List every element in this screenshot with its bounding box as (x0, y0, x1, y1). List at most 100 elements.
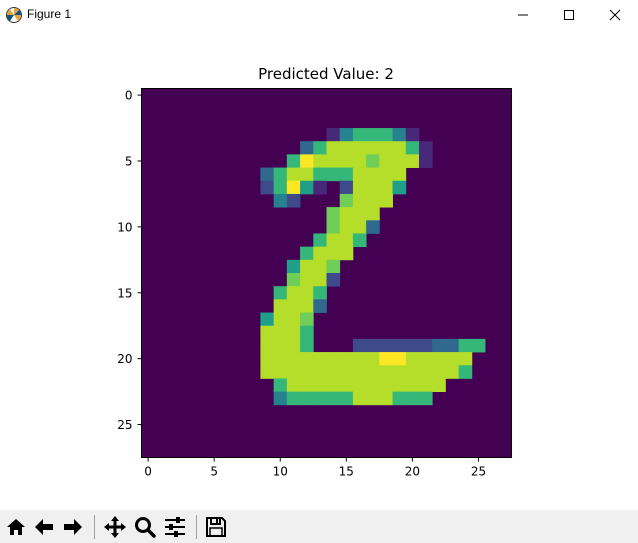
heatmap-cell (286, 273, 301, 287)
heatmap-cell (339, 207, 354, 221)
heatmap-cell (339, 378, 354, 393)
heatmap-cell (458, 338, 473, 353)
heatmap-cell (352, 154, 367, 168)
navigation-toolbar (0, 510, 638, 543)
heatmap-cell (392, 338, 407, 353)
heatmap-cell (300, 246, 314, 261)
heatmap-cell (379, 338, 393, 353)
heatmap-cell (300, 141, 314, 155)
figure-canvas[interactable]: 0 5 10 15 20 25 0 5 10 15 20 25 Predicted Value: 2 (0, 30, 638, 510)
heatmap-cell (352, 233, 367, 248)
close-button[interactable] (592, 0, 638, 30)
heatmap-cell (339, 180, 354, 195)
heatmap-cell (286, 391, 301, 406)
heatmap-cell (339, 220, 354, 234)
heatmap-cell (313, 352, 327, 366)
minimize-button[interactable] (500, 0, 546, 30)
heatmap-cell (300, 273, 314, 287)
home-button[interactable] (3, 514, 29, 540)
heatmap-cell (432, 378, 446, 393)
title-bar: Figure 1 (0, 0, 638, 30)
heatmap-cell (352, 338, 367, 353)
heatmap-cell (366, 378, 380, 393)
sliders-icon (165, 517, 185, 537)
matplotlib-icon (5, 6, 23, 24)
heatmap-cell (379, 141, 393, 155)
subplots-button[interactable] (162, 514, 188, 540)
pan-button[interactable] (102, 514, 128, 540)
heatmap-cell (445, 352, 460, 366)
heatmap-cell (273, 312, 288, 327)
heatmap-cell (326, 233, 341, 248)
heatmap-cell (405, 352, 420, 366)
heatmap-cell (405, 378, 420, 393)
zoom-button[interactable] (132, 514, 158, 540)
heatmap-cell (313, 299, 327, 313)
heatmap-cell (392, 352, 407, 366)
heatmap-cells (141, 88, 512, 458)
move-icon (104, 516, 126, 538)
heatmap-cell (458, 352, 473, 366)
heatmap-cell (286, 286, 301, 300)
heatmap-cell (352, 378, 367, 393)
heatmap-cell (326, 365, 341, 379)
x-tick-label: 5 (210, 465, 218, 479)
heatmap-cell (286, 365, 301, 379)
heatmap-cell (300, 299, 314, 313)
heatmap-cell (326, 141, 341, 155)
forward-button[interactable] (60, 514, 86, 540)
heatmap-cell (300, 378, 314, 393)
close-icon (609, 9, 621, 21)
maximize-icon (564, 10, 574, 20)
heatmap-cell (273, 167, 288, 182)
y-tick-label: 0 (125, 89, 133, 103)
heatmap-cell (471, 338, 486, 353)
heatmap-cell (405, 338, 420, 353)
heatmap-cell (379, 378, 393, 393)
heatmap-cell (313, 246, 327, 261)
heatmap-cell (405, 365, 420, 379)
heatmap-cell (419, 141, 433, 155)
heatmap-cell (313, 391, 327, 406)
heatmap-cell (260, 167, 275, 182)
x-tick-label: 25 (471, 465, 486, 479)
heatmap-cell (300, 180, 314, 195)
heatmap-cell (300, 352, 314, 366)
heatmap-cell (366, 220, 380, 234)
x-tick-label: 20 (405, 465, 420, 479)
maximize-button[interactable] (546, 0, 592, 30)
heatmap-cell (352, 167, 367, 182)
heatmap-cell (392, 167, 407, 182)
heatmap-cell (366, 180, 380, 195)
heatmap-cell (392, 378, 407, 393)
heatmap-cell (326, 220, 341, 234)
heatmap-cell (392, 141, 407, 155)
heatmap-cell (273, 325, 288, 340)
save-button[interactable] (203, 514, 229, 540)
heatmap-cell (339, 246, 354, 261)
heatmap-cell (286, 378, 301, 393)
heatmap-cell (379, 128, 393, 142)
heatmap-cell (339, 352, 354, 366)
heatmap-cell (300, 312, 314, 327)
heatmap-cell (260, 365, 275, 379)
heatmap-cell (366, 193, 380, 208)
heatmap-cell (313, 154, 327, 168)
heatmap-cell (458, 365, 473, 379)
heatmap-cell (366, 207, 380, 221)
heatmap-cell (379, 180, 393, 195)
home-icon (7, 519, 25, 535)
heatmap-cell (300, 286, 314, 300)
heatmap-cell (286, 154, 301, 168)
heatmap-cell (352, 128, 367, 142)
heatmap-cell (405, 391, 420, 406)
heatmap-cell (313, 180, 327, 195)
heatmap-cell (286, 325, 301, 340)
heatmap-cell (300, 154, 314, 168)
heatmap-cell (339, 193, 354, 208)
heatmap-cell (352, 365, 367, 379)
heatmap-cell (300, 391, 314, 406)
heatmap-cell (445, 338, 460, 353)
heatmap-cell (260, 325, 275, 340)
back-button[interactable] (31, 514, 57, 540)
